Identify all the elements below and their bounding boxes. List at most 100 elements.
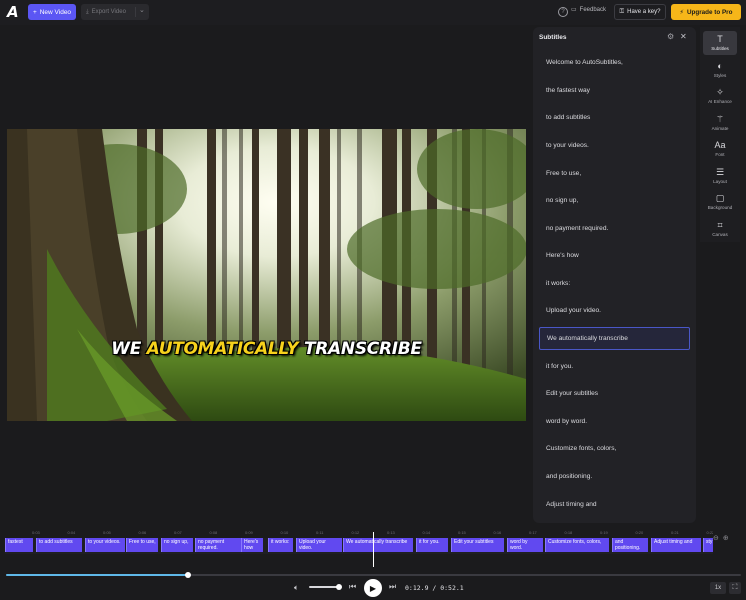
subtitle-item[interactable]: the fastest way [539, 79, 690, 102]
ruler-tick: 0:12 [351, 530, 360, 535]
rail-item-animate[interactable]: ⚚ Animate [703, 111, 737, 135]
progress-bar[interactable] [6, 572, 741, 578]
have-key-button[interactable]: ⚿ Have a key? [614, 4, 666, 20]
subtitle-item[interactable]: and positioning. [539, 465, 690, 488]
new-video-button[interactable]: + New Video [28, 4, 76, 20]
timeline-segment[interactable]: fastest [5, 538, 33, 552]
play-icon: ▶ [369, 583, 377, 593]
subtitle-item[interactable]: Free to use, [539, 161, 690, 184]
timeline-segment[interactable]: no sign up, [161, 538, 193, 552]
skip-back-icon[interactable]: ⏮︎ [349, 582, 356, 592]
ruler-tick: 0:04 [67, 530, 76, 535]
timeline-segment[interactable]: Here's how [241, 538, 263, 552]
subtitle-item[interactable]: Edit your subtitles [539, 382, 690, 405]
timeline-segment[interactable]: no payment required. [195, 538, 241, 552]
gear-icon[interactable]: ⚙ [667, 32, 674, 41]
chevron-down-icon[interactable]: ⌄ [139, 6, 145, 14]
rail-item-label: Layout [713, 178, 727, 184]
time-separator: / [428, 584, 441, 592]
feedback-button[interactable]: ▭ Feedback [571, 6, 607, 14]
timeline-segment[interactable]: Customize fonts, colors, [545, 538, 609, 552]
panel-title: Subtitles [539, 33, 567, 41]
subtitle-item[interactable]: it works: [539, 272, 690, 295]
timeline-segment[interactable]: to add subtitles [36, 538, 82, 552]
app-logo[interactable]: A [7, 4, 23, 20]
text-icon: T [717, 34, 723, 44]
ruler-tick: 0:18 [564, 530, 573, 535]
play-button[interactable]: ▶ [364, 579, 382, 597]
ruler-tick: 0:19 [600, 530, 608, 535]
export-video-label: Export Video [91, 9, 126, 15]
timeline-segment[interactable]: Free to use, [126, 538, 158, 552]
ruler-tick: 0:16 [493, 530, 502, 535]
rail-item-layout[interactable]: ☰ Layout [703, 164, 737, 188]
timeline-segment[interactable]: word by word. [507, 538, 543, 552]
subtitle-item[interactable]: Welcome to AutoSubtitles, [539, 51, 690, 74]
subtitle-item[interactable]: Adjust timing and [539, 493, 690, 516]
ruler-tick: 0:13 [387, 530, 395, 535]
progress-fill [6, 574, 189, 576]
timeline-segment[interactable]: Upload your video. [296, 538, 342, 552]
zoom-controls: ⊖ ⊕ [713, 534, 739, 546]
rail-item-canvas[interactable]: ⌗ Canvas [703, 217, 737, 241]
timeline-segment[interactable]: it for you. [416, 538, 448, 552]
subtitle-item[interactable]: Upload your video. [539, 299, 690, 322]
progress-handle[interactable] [185, 572, 192, 578]
upgrade-pro-button[interactable]: ⚡ Upgrade to Pro [671, 4, 741, 20]
playback-speed-button[interactable]: 1x [710, 582, 726, 594]
subtitle-track[interactable]: fastest to add subtitles to your videos. Fr… [5, 538, 713, 554]
subtitle-item[interactable]: no sign up, [539, 189, 690, 212]
subtitle-item[interactable]: Customize fonts, colors, [539, 437, 690, 460]
timeline-segment[interactable]: Edit your subtitles [451, 538, 504, 552]
timeline-segment[interactable]: Adjust timing and [651, 538, 701, 552]
ruler-tick: 0:07 [174, 530, 182, 535]
video-preview[interactable]: WE AUTOMATICALLY TRANSCRIBE [7, 129, 526, 421]
volume-handle[interactable] [336, 584, 342, 590]
rail-item-subtitles[interactable]: T Subtitles [703, 31, 737, 55]
feedback-label: Feedback [579, 6, 607, 13]
tool-rail: T Subtitles ◐ Styles ✧ AI Enhance ⚚ Animate Aa Fo… [700, 27, 740, 242]
timeline-segment[interactable]: We automatically transcribe [343, 538, 413, 552]
help-icon[interactable]: ? [558, 7, 568, 17]
zoom-out-icon[interactable]: ⊖ [713, 534, 719, 546]
timeline-segment[interactable]: it works: [268, 538, 293, 552]
subtitle-item[interactable]: to your videos. [539, 134, 690, 157]
palette-icon: ◐ [717, 60, 723, 71]
time-display: 0:12.9 / 0:52.1 [405, 584, 464, 592]
panel-header: Subtitles ⚙ ✕ [533, 27, 696, 47]
subtitle-item[interactable]: no payment required. [539, 217, 690, 240]
plus-icon: + [32, 8, 37, 16]
ruler-tick: 0:17 [529, 530, 537, 535]
current-time: 0:12.9 [405, 584, 429, 592]
skip-forward-icon[interactable]: ⏭︎ [389, 582, 396, 592]
rail-item-label: Subtitles [711, 46, 729, 51]
subtitle-item[interactable]: word by word. [539, 410, 690, 433]
ruler-tick: 0:20 [635, 530, 644, 535]
zoom-in-icon[interactable]: ⊕ [723, 534, 729, 546]
rail-item-label: Font [715, 152, 725, 157]
font-icon: Aa [714, 140, 726, 150]
rail-item-background[interactable]: ▢ Background [703, 190, 737, 214]
lightning-icon: ⚡ [679, 8, 684, 16]
subtitle-item[interactable]: it for you. [539, 355, 690, 378]
fullscreen-icon[interactable]: ⛶ [729, 582, 741, 594]
subtitle-caption[interactable]: WE AUTOMATICALLY TRANSCRIBE [7, 339, 526, 359]
timeline-segment[interactable]: and positioning. [612, 538, 648, 552]
subtitle-item[interactable]: Here's how [539, 244, 690, 267]
rail-item-ai-enhance[interactable]: ✧ AI Enhance [703, 84, 737, 108]
playhead[interactable] [373, 532, 374, 567]
subtitle-item[interactable]: We automatically transcribe [539, 326, 690, 351]
close-icon[interactable]: ✕ [680, 32, 687, 41]
subtitle-item[interactable]: to add subtitles [539, 106, 690, 129]
rail-item-styles[interactable]: ◐ Styles [703, 58, 737, 82]
rail-item-font[interactable]: Aa Font [703, 137, 737, 161]
upgrade-label: Upgrade to Pro [686, 8, 733, 16]
timeline[interactable]: 0:03 0:04 0:05 0:06 0:07 0:08 0:09 0:10 0:11 0:12… [5, 529, 713, 567]
square-icon: ▢ [715, 193, 725, 203]
volume-icon[interactable]: 🔈︎ [294, 583, 299, 593]
timeline-segment[interactable]: sty [703, 538, 713, 552]
export-video-button[interactable]: ⤓ Export Video ⌄ [81, 4, 149, 20]
subtitles-panel: Subtitles ⚙ ✕ Welcome to AutoSubtitles, t… [533, 27, 696, 523]
ruler-tick: 0:05 [103, 530, 111, 535]
timeline-segment[interactable]: to your videos. [85, 538, 125, 552]
